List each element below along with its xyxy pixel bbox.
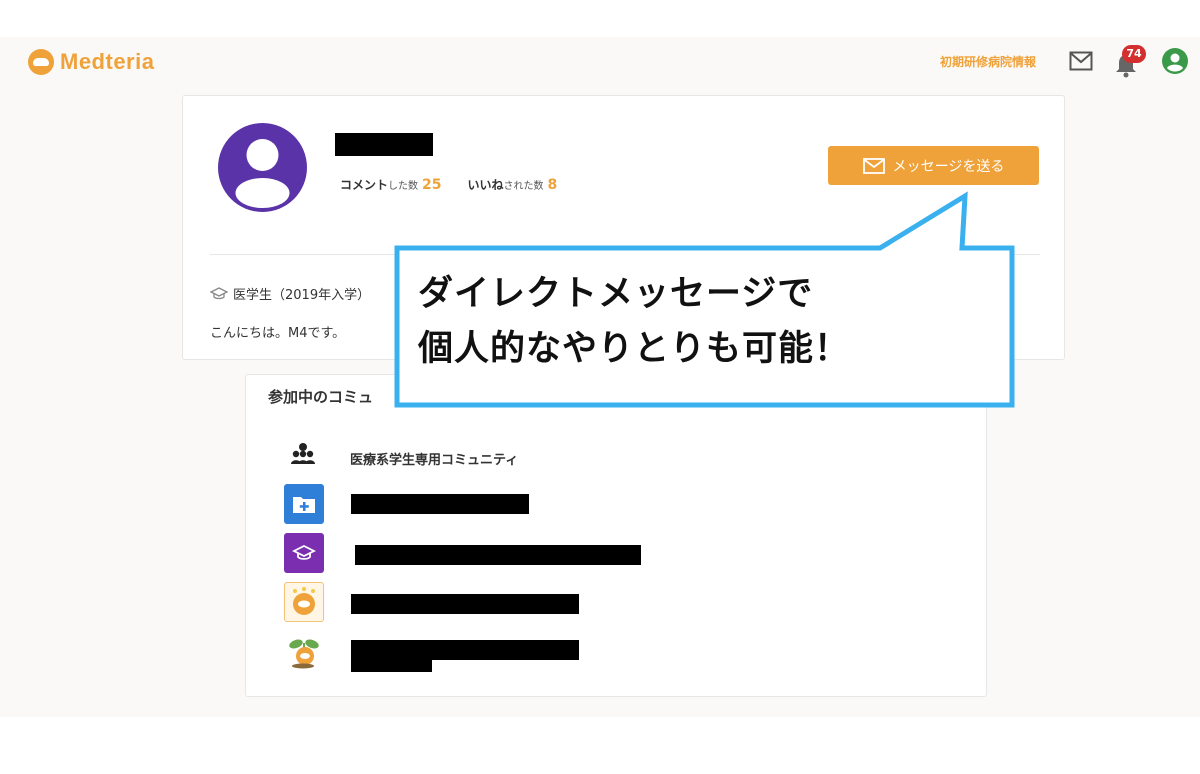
redacted-community-name xyxy=(351,640,579,660)
comment-count: 25 xyxy=(422,177,442,193)
mail-icon[interactable] xyxy=(1069,51,1093,75)
user-silhouette-icon xyxy=(235,139,290,208)
medteria-logo-icon xyxy=(28,49,54,75)
envelope-icon xyxy=(862,157,885,174)
redacted-community-name xyxy=(351,660,432,672)
medical-folder-icon xyxy=(284,484,324,524)
redacted-community-name xyxy=(355,545,641,565)
comment-stat: コメントした数 25 xyxy=(340,177,442,193)
redacted-community-name xyxy=(351,594,579,614)
like-count: 8 xyxy=(547,177,558,193)
community-name: 医療系学生専用コミュニティ xyxy=(350,453,519,468)
redacted-community-name xyxy=(351,494,529,514)
top-header: Medteria 初期研修病院情報 74 xyxy=(0,37,1200,87)
notification-count-badge: 74 xyxy=(1122,45,1146,63)
medteria-logo[interactable]: Medteria xyxy=(28,49,154,75)
notification-button[interactable]: 74 xyxy=(1114,45,1146,78)
profile-divider xyxy=(210,254,1040,255)
hospital-info-link[interactable]: 初期研修病院情報 xyxy=(940,53,1036,70)
app-window: Medteria 初期研修病院情報 74 コメントした数 25 いいねされた数 … xyxy=(0,37,1200,717)
profile-avatar xyxy=(218,123,307,212)
graduation-cap-outline-icon xyxy=(210,286,228,299)
profile-stats: コメントした数 25 いいねされた数 8 xyxy=(340,176,557,193)
community-card: 参加中のコミュ 医療系学生専用コミュニティ xyxy=(245,374,987,697)
send-message-label: メッセージを送る xyxy=(892,158,1005,175)
profile-greeting: こんにちは。M4です。 xyxy=(210,326,346,341)
graduation-cap-icon xyxy=(284,533,324,573)
community-people-icon xyxy=(283,435,323,475)
affiliation: 医学生（2019年入学） xyxy=(210,284,370,303)
callout-line-2: 個人的なやりとりも可能！ xyxy=(418,329,851,369)
send-message-button[interactable]: メッセージを送る xyxy=(828,146,1039,185)
like-stat: いいねされた数 8 xyxy=(467,177,558,193)
redacted-username xyxy=(335,133,433,156)
user-account-icon[interactable] xyxy=(1162,48,1188,78)
callout-line-1: ダイレクトメッセージで xyxy=(418,274,814,314)
logo-text: Medteria xyxy=(60,49,155,74)
community-heading: 参加中のコミュ xyxy=(268,388,374,406)
sprout-icon xyxy=(284,631,324,671)
callout-text: ダイレクトメッセージで 個人的なやりとりも可能！ xyxy=(418,267,850,377)
affiliation-text: 医学生（2019年入学） xyxy=(233,288,371,303)
medteria-badge-icon xyxy=(284,582,324,622)
